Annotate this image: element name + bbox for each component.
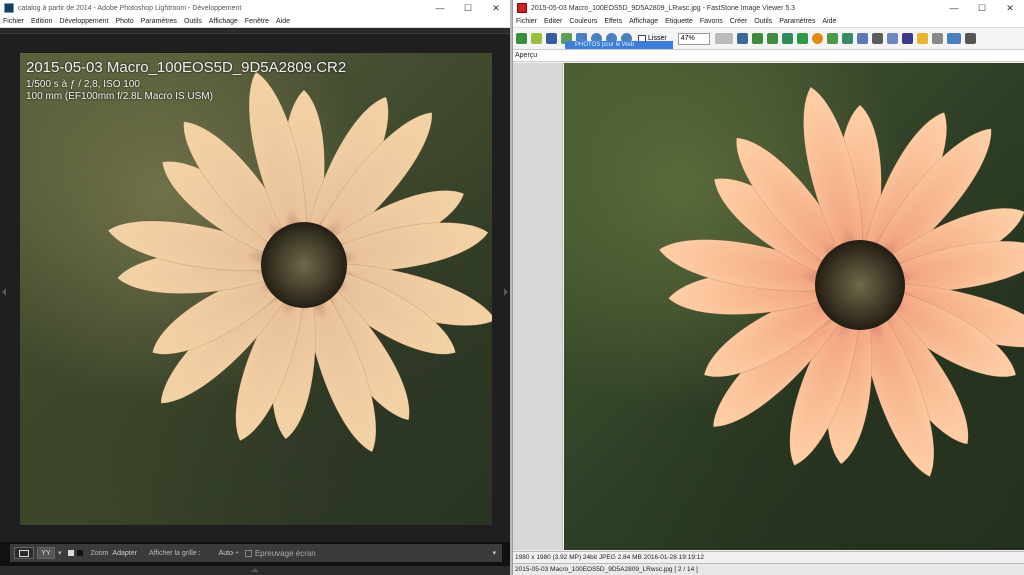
menu-aide[interactable]: Aide [822,18,836,25]
zoom-dropdown[interactable]: 47% [677,32,710,45]
menu-outils[interactable]: Outils [754,18,772,25]
compare-icon[interactable] [856,33,868,44]
right-panel-toggle-icon[interactable] [504,288,508,296]
faststone-photo[interactable] [564,63,1024,550]
toolbar-menu-chevron-icon[interactable]: ▾ [492,549,496,557]
folder-tree-selected-item[interactable]: PHOTOS pour le Web [565,41,673,49]
menu-aide[interactable]: Aide [276,18,290,25]
effects-icon[interactable] [841,33,853,44]
photo-lens: 100 mm (EF100mm f/2.8L Macro IS USM) [26,91,213,102]
menu-editer[interactable]: Editer [544,18,562,25]
softproof-label: Epreuvage écran [254,548,316,558]
faststone-menubar: Fichier Editer Couleurs Effets Affichage… [513,16,1024,28]
lightroom-titlebar: catalog à partir de 2014 - Adobe Photosh… [0,0,510,16]
menu-photo[interactable]: Photo [115,18,133,25]
filmstrip-toggle-icon[interactable] [251,568,259,572]
menu-affichage[interactable]: Affichage [209,18,238,25]
zoom-dropdown[interactable]: Adapter [112,550,137,557]
faststone-titlebar: 2015-05-03 Macro_100EOS5D_9D5A2809_LRwsc… [513,0,1024,16]
flower-image [107,71,492,453]
menu-fichier[interactable]: Fichier [3,18,24,25]
lightroom-menubar: Fichier Edition Développement Photo Para… [0,16,510,28]
photo-info-overlay: 2015-05-03 Macro_100EOS5D_9D5A2809.CR2 1… [26,59,346,103]
grid-chevron-icon[interactable]: ÷ [235,550,239,557]
lightroom-title: catalog à partir de 2014 - Adobe Photosh… [18,4,242,12]
crop-icon[interactable] [781,33,793,44]
maximize-button[interactable]: ☐ [968,0,996,16]
faststone-app-icon [517,3,527,13]
text-icon[interactable] [901,33,913,44]
print-icon[interactable] [931,33,943,44]
black-swatch-icon[interactable] [76,550,83,556]
zoom-label: Zoom [90,549,109,557]
lightroom-window: catalog à partir de 2014 - Adobe Photosh… [0,0,510,575]
file-position-statusbar: 2015-05-03 Macro_100EOS5D_9D5A2809_LRwsc… [513,563,1024,575]
menu-favoris[interactable]: Favoris [700,18,723,25]
menu-fichier[interactable]: Fichier [516,18,537,25]
maximize-button[interactable]: ☐ [454,0,482,16]
flower-image [658,86,1024,478]
softproof-checkbox[interactable] [244,549,252,557]
menu-couleurs[interactable]: Couleurs [569,18,597,25]
grid-label: Afficher la grille : [148,549,201,557]
draw-icon[interactable] [886,33,898,44]
menu-outils[interactable]: Outils [184,18,202,25]
preview-panel-label: Aperçu [513,50,1024,62]
menu-creer[interactable]: Créer [730,18,748,25]
before-after-button[interactable]: YY [37,547,55,559]
rotate-left-icon[interactable] [751,33,763,44]
develop-canvas[interactable]: 2015-05-03 Macro_100EOS5D_9D5A2809.CR2 1… [0,34,510,542]
grid-dropdown[interactable]: Auto [219,550,233,557]
resize-icon[interactable] [796,33,808,44]
lightroom-photo[interactable]: 2015-05-03 Macro_100EOS5D_9D5A2809.CR2 1… [20,53,492,525]
white-swatch-icon[interactable] [67,550,74,556]
minimize-button[interactable]: — [940,0,968,16]
photo-filename: 2015-05-03 Macro_100EOS5D_9D5A2809.CR2 [26,59,347,76]
hand-tool-icon[interactable] [714,33,733,44]
menu-effets[interactable]: Effets [604,18,622,25]
slideshow-icon[interactable] [736,33,748,44]
filmstrip-collapse-strip[interactable] [0,566,510,575]
menu-parametres[interactable]: Paramètres [141,18,177,25]
faststone-window: 2015-05-03 Macro_100EOS5D_9D5A2809_LRwsc… [512,0,1024,575]
lightroom-app-icon [4,3,14,13]
left-panel-toggle-icon[interactable] [2,288,6,296]
fullscreen-icon[interactable] [871,33,883,44]
menu-fenetre[interactable]: Fenêtre [245,18,269,25]
close-button[interactable]: ✕ [482,0,510,16]
exit-icon[interactable] [964,33,976,44]
minimize-button[interactable]: — [426,0,454,16]
adjust-colors-icon[interactable] [811,33,823,44]
menu-edition[interactable]: Edition [31,18,52,25]
menu-developpement[interactable]: Développement [59,18,108,25]
email-icon[interactable] [916,33,928,44]
layout-icon[interactable] [946,33,961,44]
menu-parametres[interactable]: Paramètres [779,18,815,25]
loupe-view-button[interactable] [14,547,34,559]
rotate-right-icon[interactable] [766,33,778,44]
folder-icon[interactable] [531,33,542,44]
browse-icon[interactable] [516,33,527,44]
close-button[interactable]: ✕ [996,0,1024,16]
photo-exposure: 1/500 s à ƒ / 2,8, ISO 100 [26,79,140,90]
save-icon[interactable] [546,33,557,44]
sharpen-icon[interactable] [826,33,838,44]
chevron-down-icon[interactable]: ▾ [58,549,62,557]
preview-sidebar [513,63,563,550]
faststone-title: 2015-05-03 Macro_100EOS5D_9D5A2809_LRwsc… [531,4,796,12]
loupe-icon [19,549,29,557]
menu-affichage[interactable]: Affichage [629,18,658,25]
lightroom-toolbar: YY ▾ Zoom Adapter Afficher la grille : A… [10,544,502,562]
menu-etiquette[interactable]: Etiquette [665,18,693,25]
image-info-statusbar: 1980 x 1980 (3.92 MP) 24bit JPEG 2.84 MB… [513,551,1024,563]
